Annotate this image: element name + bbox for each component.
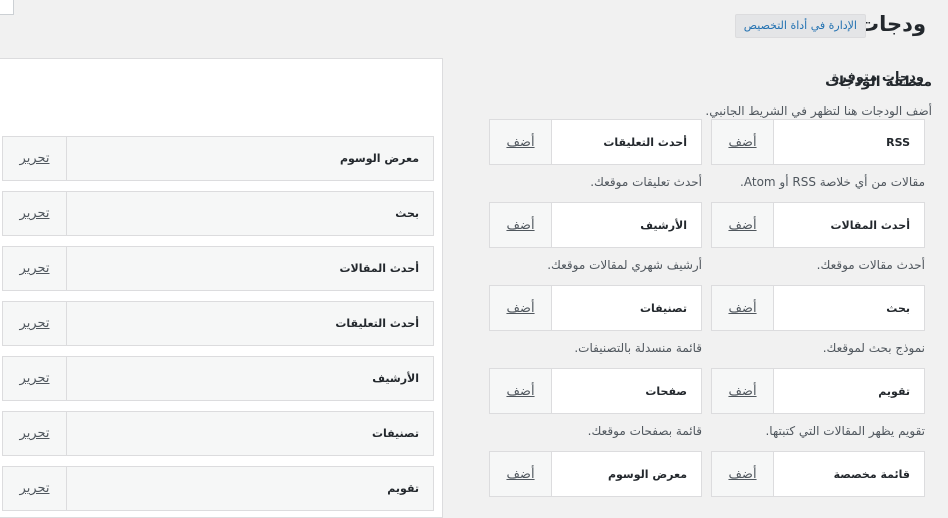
sidebar-widget-name: بحث xyxy=(395,207,419,220)
available-widget[interactable]: بحث أضف xyxy=(711,285,925,331)
sidebar-widget[interactable]: الأرشيف تحرير xyxy=(2,356,434,401)
available-widget[interactable]: تقويم أضف xyxy=(711,368,925,414)
widget-name: تقويم xyxy=(878,384,910,398)
sidebar-widget-name: معرض الوسوم xyxy=(339,152,419,165)
widget-description: تقويم يظهر المقالات التي كتبتها. xyxy=(765,424,925,438)
sidebar-widget[interactable]: أحدث المقالات تحرير xyxy=(2,246,434,291)
add-widget-button[interactable]: أضف xyxy=(712,203,774,247)
available-widget[interactable]: أحدث المقالات أضف xyxy=(711,202,925,248)
sidebar-widget[interactable]: تقويم تحرير xyxy=(2,466,434,511)
add-widget-button[interactable]: أضف xyxy=(712,452,774,496)
edit-widget-button[interactable]: تحرير xyxy=(3,302,67,345)
available-widget[interactable]: تصنيفات أضف xyxy=(489,285,702,331)
widget-description: قائمة منسدلة بالتصنيفات. xyxy=(574,341,702,355)
add-widget-button[interactable]: أضف xyxy=(490,203,552,247)
customizer-link[interactable]: الإدارة في أداة التخصيص xyxy=(734,14,866,38)
widget-name: أحدث التعليقات xyxy=(603,135,687,149)
sidebar-widget[interactable]: تصنيفات تحرير xyxy=(2,411,434,456)
add-widget-button[interactable]: أضف xyxy=(712,286,774,330)
widget-description: نموذج بحث لموقعك. xyxy=(822,341,925,355)
widget-name: الأرشيف xyxy=(640,218,687,232)
edit-widget-button[interactable]: تحرير xyxy=(3,357,67,400)
page-title: ودجات xyxy=(858,12,926,36)
widget-name: أحدث المقالات xyxy=(830,218,910,232)
widget-description: أرشيف شهري لمقالات موقعك. xyxy=(547,258,702,272)
add-widget-button[interactable]: أضف xyxy=(490,452,552,496)
widget-name: صفحات xyxy=(645,384,687,398)
edit-widget-button[interactable]: تحرير xyxy=(3,192,67,235)
widget-description: قائمة بصفحات موقعك. xyxy=(587,424,702,438)
widget-name: تصنيفات xyxy=(639,301,687,315)
top-left-box xyxy=(0,0,14,15)
edit-widget-button[interactable]: تحرير xyxy=(3,412,67,455)
sidebar-widget-name: تقويم xyxy=(387,482,419,495)
add-widget-button[interactable]: أضف xyxy=(712,120,774,164)
sidebar-widget[interactable]: بحث تحرير xyxy=(2,191,434,236)
add-widget-button[interactable]: أضف xyxy=(490,286,552,330)
sidebar-widget[interactable]: أحدث التعليقات تحرير xyxy=(2,301,434,346)
widget-name: بحث xyxy=(886,301,910,315)
sidebar-widget[interactable]: معرض الوسوم تحرير xyxy=(2,136,434,181)
widget-area-description: أضف الودجات هنا لتظهر في الشريط الجانبي. xyxy=(705,104,932,118)
sidebar-widget-name: أحدث المقالات xyxy=(339,262,419,275)
available-widget[interactable]: الأرشيف أضف xyxy=(489,202,702,248)
edit-widget-button[interactable]: تحرير xyxy=(3,467,67,510)
widget-name: RSS xyxy=(886,135,910,149)
edit-widget-button[interactable]: تحرير xyxy=(3,247,67,290)
sidebar-widget-name: تصنيفات xyxy=(371,427,419,440)
available-widget[interactable]: أحدث التعليقات أضف xyxy=(489,119,702,165)
widget-description: مقالات من أي خلاصة RSS أو Atom. xyxy=(740,175,925,189)
sidebar-widget-name: أحدث التعليقات xyxy=(335,317,419,330)
add-widget-button[interactable]: أضف xyxy=(490,120,552,164)
available-widget[interactable]: RSS أضف xyxy=(711,119,925,165)
add-widget-button[interactable]: أضف xyxy=(712,369,774,413)
widget-name: معرض الوسوم xyxy=(607,467,687,481)
widget-description: أحدث مقالات موقعك. xyxy=(816,258,925,272)
sidebar-widget-name: الأرشيف xyxy=(372,372,419,385)
widget-description: أحدث تعليقات موقعك. xyxy=(590,175,702,189)
available-widget[interactable]: صفحات أضف xyxy=(489,368,702,414)
available-widget[interactable]: قائمة مخصصة أضف xyxy=(711,451,925,497)
add-widget-button[interactable]: أضف xyxy=(490,369,552,413)
available-widget[interactable]: معرض الوسوم أضف xyxy=(489,451,702,497)
edit-widget-button[interactable]: تحرير xyxy=(3,137,67,180)
widget-name: قائمة مخصصة xyxy=(833,467,910,481)
widget-area-title: منطقة الودجات xyxy=(825,74,932,90)
